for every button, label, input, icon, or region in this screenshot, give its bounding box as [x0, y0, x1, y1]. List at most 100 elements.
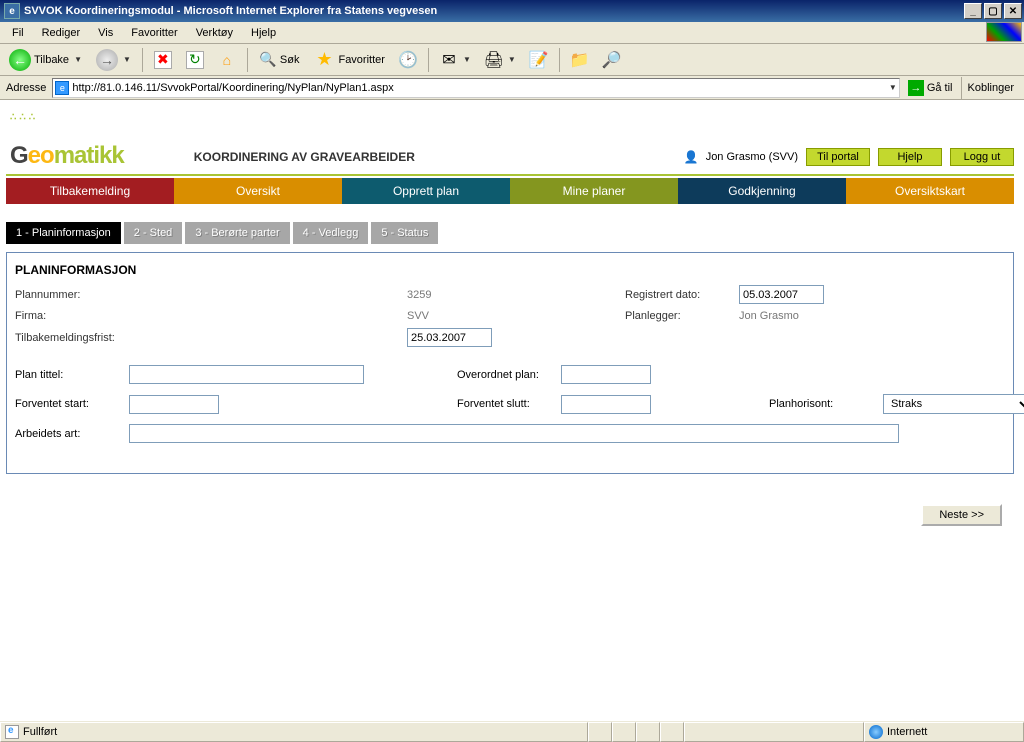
overordnet-label: Overordnet plan:: [457, 369, 557, 381]
firma-value: SVV: [407, 310, 517, 322]
minimize-button[interactable]: _: [964, 3, 982, 19]
regdato-input[interactable]: [739, 285, 824, 304]
print-button[interactable]: 🖨▼: [480, 48, 521, 72]
tab-opprett-plan[interactable]: Opprett plan: [342, 178, 510, 204]
menu-favoritter[interactable]: Favoritter: [123, 25, 185, 41]
plannummer-value: 3259: [407, 289, 517, 301]
plan-form: PLANINFORMASJON Plannummer: 3259 Registr…: [6, 252, 1014, 474]
tab-mine-planer[interactable]: Mine planer: [510, 178, 678, 204]
url-input[interactable]: [72, 82, 887, 94]
menu-rediger[interactable]: Rediger: [34, 25, 89, 41]
tab-tilbakemelding[interactable]: Tilbakemelding: [6, 178, 174, 204]
print-icon: 🖨: [485, 51, 503, 69]
arbeid-input[interactable]: [129, 424, 899, 443]
subtab-vedlegg[interactable]: 4 - Vedlegg: [293, 222, 369, 244]
tab-oversikt[interactable]: Oversikt: [174, 178, 342, 204]
address-label: Adresse: [4, 82, 48, 94]
to-portal-button[interactable]: Til portal: [806, 148, 870, 166]
help-button[interactable]: Hjelp: [878, 148, 942, 166]
status-cell: [636, 722, 660, 742]
zone-text: Internett: [887, 726, 927, 738]
back-button[interactable]: ← Tilbake ▼: [4, 46, 87, 74]
search-button[interactable]: 🔍 Søk: [254, 48, 305, 72]
close-button[interactable]: ✕: [1004, 3, 1022, 19]
menu-fil[interactable]: Fil: [4, 25, 32, 41]
window-buttons: _ ▢ ✕: [964, 3, 1024, 19]
page-viewport: ∴∴∴ Geomatikk KOORDINERING AV GRAVEARBEI…: [0, 100, 1024, 720]
user-section: Jon Grasmo (SVV) Til portal Hjelp Logg u…: [684, 148, 1014, 170]
sub-tabs: 1 - Planinformasjon 2 - Sted 3 - Berørte…: [6, 222, 1014, 244]
tab-oversiktskart[interactable]: Oversiktskart: [846, 178, 1014, 204]
logout-button[interactable]: Logg ut: [950, 148, 1014, 166]
status-text: Fullført: [23, 726, 57, 738]
horisont-select[interactable]: Straks: [883, 394, 1024, 414]
globe-icon: [869, 725, 883, 739]
user-name: Jon Grasmo (SVV): [706, 151, 798, 163]
toolbar: ← Tilbake ▼ → ▼ ✖ ↻ ⌂ 🔍 Søk ★ Favoritter…: [0, 44, 1024, 76]
search-label: Søk: [280, 54, 300, 66]
subtab-sted[interactable]: 2 - Sted: [124, 222, 183, 244]
menu-hjelp[interactable]: Hjelp: [243, 25, 284, 41]
edit-icon: 📝: [530, 51, 548, 69]
frist-input[interactable]: [407, 328, 492, 347]
next-button[interactable]: Neste >>: [921, 504, 1002, 526]
history-icon: 🕑: [399, 51, 417, 69]
plannummer-label: Plannummer:: [15, 289, 165, 301]
subtab-planinfo[interactable]: 1 - Planinformasjon: [6, 222, 121, 244]
overordnet-input[interactable]: [561, 365, 651, 384]
subtab-status[interactable]: 5 - Status: [371, 222, 438, 244]
toolbar-separator: [428, 48, 429, 72]
mail-icon: ✉: [440, 51, 458, 69]
back-label: Tilbake: [34, 54, 69, 66]
form-heading: PLANINFORMASJON: [15, 263, 1005, 277]
mail-button[interactable]: ✉▼: [435, 48, 476, 72]
research-icon: 🔎: [603, 51, 621, 69]
slutt-input[interactable]: [561, 395, 651, 414]
favorites-button[interactable]: ★ Favoritter: [308, 46, 389, 74]
go-button[interactable]: → Gå til: [904, 78, 957, 98]
refresh-button[interactable]: ↻: [181, 48, 209, 72]
subtab-parter[interactable]: 3 - Berørte parter: [185, 222, 289, 244]
folder-icon: 📁: [571, 51, 589, 69]
chevron-down-icon: ▼: [463, 55, 471, 64]
page-header: ∴∴∴ Geomatikk KOORDINERING AV GRAVEARBEI…: [6, 104, 1014, 176]
address-bar: Adresse e ▼ → Gå til Koblinger: [0, 76, 1024, 100]
stop-button[interactable]: ✖: [149, 48, 177, 72]
research-button[interactable]: 🔎: [598, 48, 626, 72]
page-favicon-icon: e: [55, 81, 69, 95]
toolbar-separator: [247, 48, 248, 72]
chevron-down-icon[interactable]: ▼: [889, 83, 897, 92]
menu-vis[interactable]: Vis: [90, 25, 121, 41]
forward-button[interactable]: → ▼: [91, 46, 136, 74]
menu-verktoy[interactable]: Verktøy: [188, 25, 241, 41]
window-titlebar: e SVVOK Koordineringsmodul - Microsoft I…: [0, 0, 1024, 22]
tab-godkjenning[interactable]: Godkjenning: [678, 178, 846, 204]
user-icon: [684, 150, 698, 164]
main-tabs: Tilbakemelding Oversikt Opprett plan Min…: [6, 178, 1014, 204]
chevron-down-icon: ▼: [123, 55, 131, 64]
tittel-input[interactable]: [129, 365, 364, 384]
links-button[interactable]: Koblinger: [961, 77, 1020, 99]
home-button[interactable]: ⌂: [213, 48, 241, 72]
back-icon: ←: [9, 49, 31, 71]
frist-label: Tilbakemeldingsfrist:: [15, 332, 165, 344]
status-cell: [660, 722, 684, 742]
search-icon: 🔍: [259, 51, 277, 69]
forward-icon: →: [96, 49, 118, 71]
status-cell: [612, 722, 636, 742]
stop-icon: ✖: [154, 51, 172, 69]
url-box[interactable]: e ▼: [52, 78, 899, 98]
discuss-button[interactable]: 📁: [566, 48, 594, 72]
security-zone: Internett: [864, 722, 1024, 742]
page-icon: [5, 725, 19, 739]
firma-label: Firma:: [15, 310, 165, 322]
start-input[interactable]: [129, 395, 219, 414]
menu-bar: Fil Rediger Vis Favoritter Verktøy Hjelp: [0, 22, 1024, 44]
tittel-label: Plan tittel:: [15, 369, 125, 381]
toolbar-separator: [142, 48, 143, 72]
edit-button[interactable]: 📝: [525, 48, 553, 72]
history-button[interactable]: 🕑: [394, 48, 422, 72]
planlegger-value: Jon Grasmo: [739, 310, 869, 322]
horisont-label: Planhorisont:: [769, 398, 879, 410]
maximize-button[interactable]: ▢: [984, 3, 1002, 19]
